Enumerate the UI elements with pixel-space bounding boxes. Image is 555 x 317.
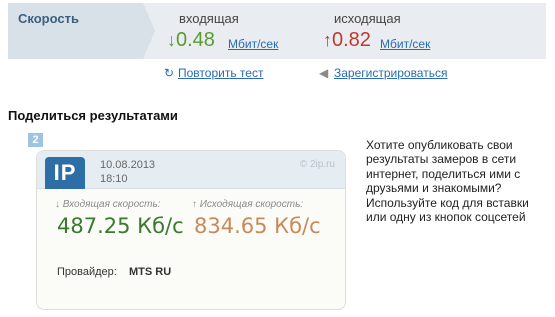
incoming-unit-link[interactable]: Мбит/сек — [228, 37, 278, 51]
card-outgoing-speed: 834.65 Кб/с — [194, 214, 321, 238]
card-site: © 2ip.ru — [299, 159, 335, 170]
provider-value: MTS RU — [129, 266, 172, 278]
outgoing-speed: ↑0.82 — [323, 29, 371, 51]
incoming-speed: ↓0.48 — [167, 29, 215, 51]
outgoing-unit-link[interactable]: Мбит/сек — [380, 37, 430, 51]
card-incoming-speed: 487.25 Кб/с — [57, 214, 184, 238]
arrow-up-icon: ↑ — [192, 199, 197, 210]
speed-strip: Скорость входящая исходящая ↓0.48 Мбит/с… — [8, 3, 546, 59]
arrow-up-icon: ↑ — [323, 30, 332, 50]
card-incoming-caption: ↓ Входящая скорость: — [55, 199, 161, 210]
result-card[interactable]: IP 10.08.2013 18:10 © 2ip.ru ↓ Входящая … — [36, 150, 346, 310]
arrow-left-icon: ◀ — [319, 66, 329, 80]
refresh-icon[interactable]: ↻ — [164, 66, 174, 80]
arrow-down-icon: ↓ — [55, 199, 60, 210]
incoming-caption: входящая — [179, 11, 239, 26]
card-header: IP 10.08.2013 18:10 © 2ip.ru — [37, 151, 345, 189]
share-description: Хотите опубликовать свои результаты заме… — [366, 138, 529, 225]
card-incoming-caption-text: Входящая скорость: — [62, 199, 161, 210]
ip-logo: IP — [45, 157, 85, 189]
card-date: 10.08.2013 — [100, 159, 156, 171]
card-time: 18:10 — [100, 173, 128, 185]
card-outgoing-caption: ↑ Исходящая скорость: — [192, 199, 303, 210]
step-badge: 2 — [28, 133, 43, 147]
repeat-test-link[interactable]: Повторить тест — [178, 66, 263, 80]
speed-label: Скорость — [18, 11, 79, 26]
incoming-speed-value: 0.48 — [176, 29, 215, 51]
outgoing-speed-value: 0.82 — [332, 29, 371, 51]
outgoing-caption: исходящая — [334, 11, 401, 26]
arrow-down-icon: ↓ — [167, 30, 176, 50]
card-outgoing-caption-text: Исходящая скорость: — [199, 199, 304, 210]
share-title: Поделиться результатами — [8, 108, 178, 123]
speed-label-cell: Скорость — [8, 3, 155, 59]
provider-label: Провайдер: — [57, 266, 117, 278]
register-link[interactable]: Зарегистрироваться — [334, 66, 447, 80]
